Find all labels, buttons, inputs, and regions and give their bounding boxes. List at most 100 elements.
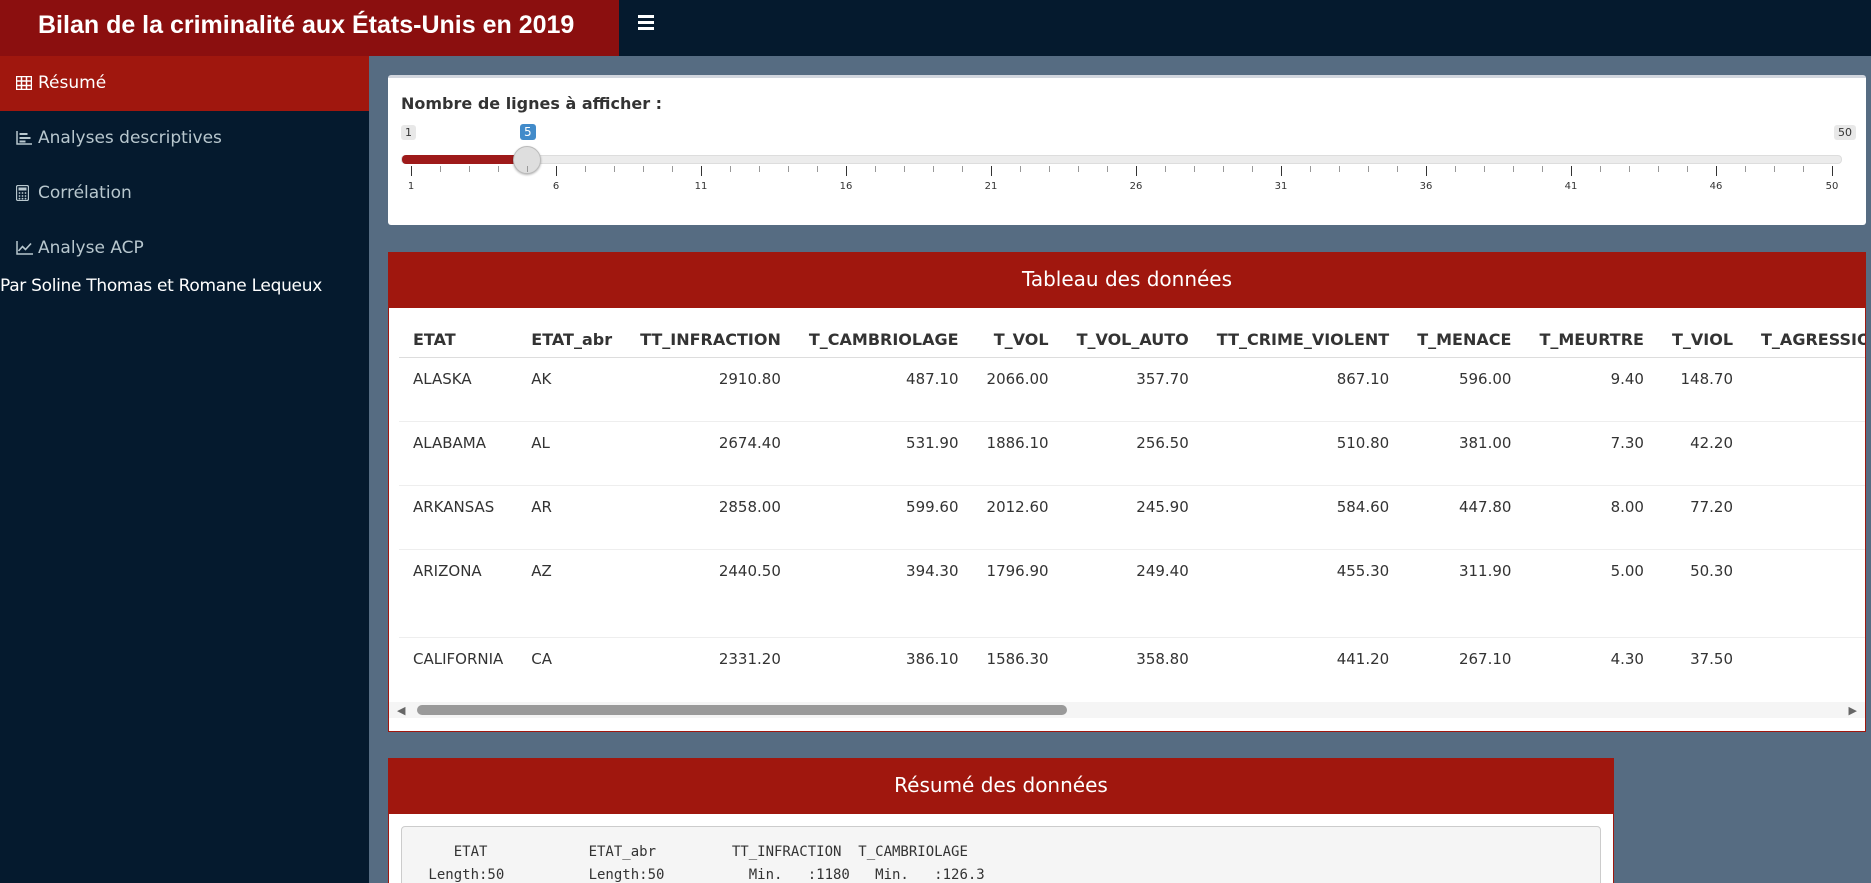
table-cell: ALASKA xyxy=(399,357,518,422)
slider-minor-tick xyxy=(788,166,789,172)
scroll-right-icon[interactable]: ▶ xyxy=(1849,704,1857,717)
sidebar-toggle-icon[interactable] xyxy=(638,15,654,33)
summary-panel: Résumé des données ETAT ETAT_abr TT_INFR… xyxy=(388,758,1614,883)
column-header-tt-crime-violent[interactable]: TT_CRIME_VIOLENT xyxy=(1202,308,1404,358)
table-cell: 394.30 xyxy=(794,549,973,638)
slider-minor-tick xyxy=(730,166,731,172)
table-cell: 245.90 xyxy=(1062,485,1203,550)
summary-output: ETAT ETAT_abr TT_INFRACTION T_CAMBRIOLAG… xyxy=(401,826,1601,883)
table-cell: 381.00 xyxy=(1403,421,1526,486)
table-cell: 311.90 xyxy=(1403,549,1526,638)
slider-major-tick xyxy=(1426,166,1427,176)
column-header-t-menace[interactable]: T_MENACE xyxy=(1403,308,1526,358)
slider-label: Nombre de lignes à afficher : xyxy=(401,94,663,113)
slider-minor-tick xyxy=(1397,166,1398,172)
summary-line: Length:50 Length:50 Min. :1180 Min. :126… xyxy=(420,867,985,883)
slider-minor-tick xyxy=(962,166,963,172)
slider-tick-label: 31 xyxy=(1274,181,1288,192)
table-cell: 441.20 xyxy=(1202,637,1404,702)
horizontal-scrollbar[interactable]: ◀ ▶ xyxy=(389,702,1865,718)
slider-tick-label: 26 xyxy=(1129,181,1143,192)
table-cell: 77.20 xyxy=(1657,485,1748,550)
scroll-left-icon[interactable]: ◀ xyxy=(397,704,405,717)
scrollbar-thumb[interactable] xyxy=(417,705,1067,715)
table-cell: 2440.50 xyxy=(626,549,795,638)
sidebar-item-analyses-descriptives[interactable]: Analyses descriptives xyxy=(0,111,369,166)
slider-major-tick xyxy=(1136,166,1137,176)
sidebar-item-label: Résumé xyxy=(38,73,107,93)
sidebar-item-label: Analyses descriptives xyxy=(38,128,222,148)
slider-minor-tick xyxy=(1484,166,1485,172)
table-cell: AL xyxy=(517,421,627,486)
slider-tick-label: 16 xyxy=(839,181,853,192)
table-cell: 2012.60 xyxy=(972,485,1063,550)
slider-tick-label: 1 xyxy=(407,181,415,192)
slider-major-tick xyxy=(701,166,702,176)
table-cell: 2858.00 xyxy=(626,485,795,550)
table-cell: 148.70 xyxy=(1657,357,1748,422)
table-icon xyxy=(16,76,34,90)
table-row: CALIFORNIA CA 2331.20 386.10 1586.30 358.80 44… xyxy=(399,637,1865,702)
table-cell: 599.60 xyxy=(794,485,973,550)
slider-minor-tick xyxy=(1513,166,1514,172)
slider-minor-tick xyxy=(469,166,470,172)
sidebar-item-resume[interactable]: Résumé xyxy=(0,56,369,111)
table-cell: 447.80 xyxy=(1403,485,1526,550)
table-cell: 455.30 xyxy=(1202,549,1404,638)
table-row: ARIZONA AZ 2440.50 394.30 1796.90 249.40 455.3… xyxy=(399,549,1865,638)
table-cell: 8.00 xyxy=(1525,485,1658,550)
table-cell: 531.90 xyxy=(794,421,973,486)
table-cell: 1796.90 xyxy=(972,549,1063,638)
column-header-etat[interactable]: ETAT xyxy=(399,308,518,358)
table-cell: 51.60 xyxy=(1747,485,1865,550)
slider-major-tick xyxy=(1281,166,1282,176)
slider-track[interactable] xyxy=(401,155,1842,164)
sidebar-item-label: Analyse ACP xyxy=(38,238,144,258)
data-table-panel: Tableau des données ETAT ETAT_abr TT_INFRA… xyxy=(388,252,1866,732)
table-cell: 256.50 xyxy=(1062,421,1203,486)
table-row: ARKANSAS AR 2858.00 599.60 2012.60 245.90 584.… xyxy=(399,485,1865,550)
table-cell: ARIZONA xyxy=(399,549,518,638)
table-cell: 2331.20 xyxy=(626,637,795,702)
slider-minor-tick xyxy=(1542,166,1543,172)
slider-minor-tick xyxy=(1774,166,1775,172)
slider-minor-tick xyxy=(1194,166,1195,172)
table-cell: AK xyxy=(517,357,627,422)
column-header-t-cambriolage[interactable]: T_CAMBRIOLAGE xyxy=(794,308,973,358)
table-cell: 267.10 xyxy=(1403,637,1526,702)
sidebar-item-label: Corrélation xyxy=(38,183,132,203)
table-cell: ALABAMA xyxy=(399,421,518,486)
column-header-etat-abr[interactable]: ETAT_abr xyxy=(517,308,627,358)
slider-minor-tick xyxy=(1745,166,1746,172)
column-header-t-viol[interactable]: T_VIOL xyxy=(1657,308,1748,358)
table-cell: 386.10 xyxy=(794,637,973,702)
table-cell: 249.40 xyxy=(1062,549,1203,638)
top-navbar: Bilan de la criminalité aux États-Unis e… xyxy=(0,0,1871,56)
column-header-t-meurtre[interactable]: T_MEURTRE xyxy=(1525,308,1658,358)
slider-minor-tick xyxy=(1339,166,1340,172)
slider-minor-tick xyxy=(614,166,615,172)
authors-credit: Par Soline Thomas et Romane Lequeux xyxy=(0,276,322,296)
table-cell: 5.00 xyxy=(1525,549,1658,638)
sidebar-item-correlation[interactable]: Corrélation xyxy=(0,166,369,221)
data-table-scroll-area: ETAT ETAT_abr TT_INFRACTION T_CAMBRIOLAGE T_… xyxy=(389,308,1865,718)
data-table-title: Tableau des données xyxy=(389,253,1865,308)
slider-handle[interactable] xyxy=(513,146,541,174)
column-header-t-vol-auto[interactable]: T_VOL_AUTO xyxy=(1062,308,1203,358)
slider-minor-tick xyxy=(1252,166,1253,172)
slider-major-tick xyxy=(556,166,557,176)
table-cell: 112.90 xyxy=(1747,357,1865,422)
column-header-t-agression-physique[interactable]: T_AGRESSION_PHYSIQUE xyxy=(1747,308,1865,358)
slider-minor-tick xyxy=(1223,166,1224,172)
column-header-t-vol[interactable]: T_VOL xyxy=(972,308,1063,358)
slider-minor-tick xyxy=(1107,166,1108,172)
sidebar-item-analyse-acp[interactable]: Analyse ACP xyxy=(0,221,369,276)
slider-minor-tick xyxy=(498,166,499,172)
table-cell: 487.10 xyxy=(794,357,973,422)
column-header-tt-infraction[interactable]: TT_INFRACTION xyxy=(626,308,795,358)
slider-minor-tick xyxy=(1600,166,1601,172)
table-cell: 37.50 xyxy=(1657,637,1748,702)
slider-major-tick xyxy=(846,166,847,176)
table-cell: 50.30 xyxy=(1657,549,1748,638)
slider-minor-tick xyxy=(1455,166,1456,172)
